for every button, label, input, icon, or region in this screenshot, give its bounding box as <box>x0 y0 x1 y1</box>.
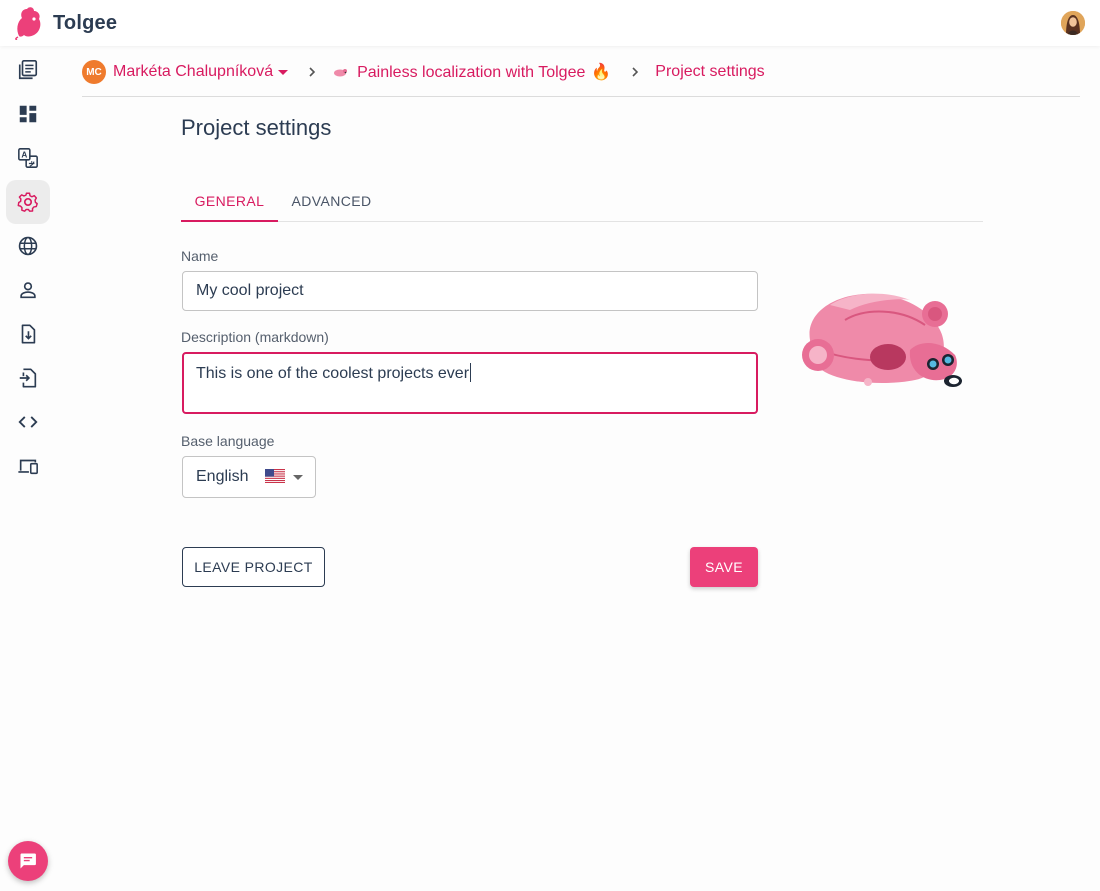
owner-avatar: MC <box>82 60 106 84</box>
chevron-down-icon[interactable] <box>278 69 289 75</box>
name-label: Name <box>181 248 219 264</box>
text-cursor <box>470 363 472 382</box>
description-field[interactable]: This is one of the coolest projects ever <box>182 352 758 414</box>
base-language-value: English <box>196 468 249 485</box>
page-title: Project settings <box>181 115 332 140</box>
sidebar-item-developer[interactable] <box>6 400 50 444</box>
languages-icon: A <box>18 148 38 168</box>
description-text: This is one of the coolest projects ever <box>196 365 470 382</box>
sidebar-item-export[interactable] <box>6 356 50 400</box>
chevron-right-icon <box>306 66 318 78</box>
chat-support-button[interactable] <box>8 841 48 881</box>
gear-icon <box>17 192 38 212</box>
file-import-icon <box>21 324 36 344</box>
project-mouse-icon <box>334 69 348 77</box>
tab-general[interactable]: GENERAL <box>181 181 278 222</box>
user-avatar[interactable] <box>1061 11 1085 35</box>
person-icon <box>20 282 36 299</box>
fire-emoji: 🔥 <box>591 64 612 81</box>
user-photo-icon <box>1061 11 1085 35</box>
code-icon <box>18 416 38 428</box>
breadcrumb-divider <box>82 96 1080 97</box>
us-flag-icon <box>265 469 285 483</box>
top-bar: Tolgee <box>0 0 1100 46</box>
chevron-down-icon <box>293 475 303 480</box>
breadcrumb-project[interactable]: Painless localization with Tolgee 🔥 <box>357 62 611 82</box>
settings-tabs: GENERAL ADVANCED <box>181 181 983 222</box>
base-language-label: Base language <box>181 433 275 449</box>
chat-icon <box>20 853 36 869</box>
devices-icon <box>18 459 38 475</box>
save-button[interactable]: SAVE <box>690 547 758 587</box>
sidebar-item-translations[interactable] <box>6 48 50 92</box>
svg-text:A: A <box>21 151 27 160</box>
sidebar-item-integrate[interactable] <box>6 444 50 488</box>
translations-list-icon <box>18 60 38 80</box>
breadcrumb: MC Markéta Chalupníková Painless localiz… <box>82 58 765 86</box>
breadcrumb-current[interactable]: Project settings <box>655 63 764 81</box>
file-export-icon <box>19 368 37 388</box>
sidebar: A <box>0 46 56 891</box>
app-name: Tolgee <box>53 11 118 34</box>
tab-advanced[interactable]: ADVANCED <box>278 181 385 221</box>
base-language-select[interactable]: English <box>182 456 316 498</box>
description-label: Description (markdown) <box>181 329 329 345</box>
name-field[interactable]: My cool project <box>182 271 758 311</box>
tolgee-logo[interactable]: Tolgee <box>14 6 117 40</box>
dashboard-icon <box>19 105 37 123</box>
sidebar-item-import[interactable] <box>6 312 50 356</box>
sidebar-item-members[interactable] <box>6 268 50 312</box>
sidebar-item-global[interactable] <box>6 224 50 268</box>
sidebar-item-dashboard[interactable] <box>6 92 50 136</box>
sidebar-item-languages[interactable]: A <box>6 136 50 180</box>
globe-icon <box>18 236 38 256</box>
mouse-mascot-illustration <box>802 293 962 387</box>
tolgee-mouse-icon <box>15 7 41 40</box>
sidebar-item-settings[interactable] <box>6 180 50 224</box>
breadcrumb-owner[interactable]: Markéta Chalupníková <box>113 63 273 81</box>
chevron-right-icon <box>629 66 641 78</box>
leave-project-button[interactable]: LEAVE PROJECT <box>182 547 325 587</box>
